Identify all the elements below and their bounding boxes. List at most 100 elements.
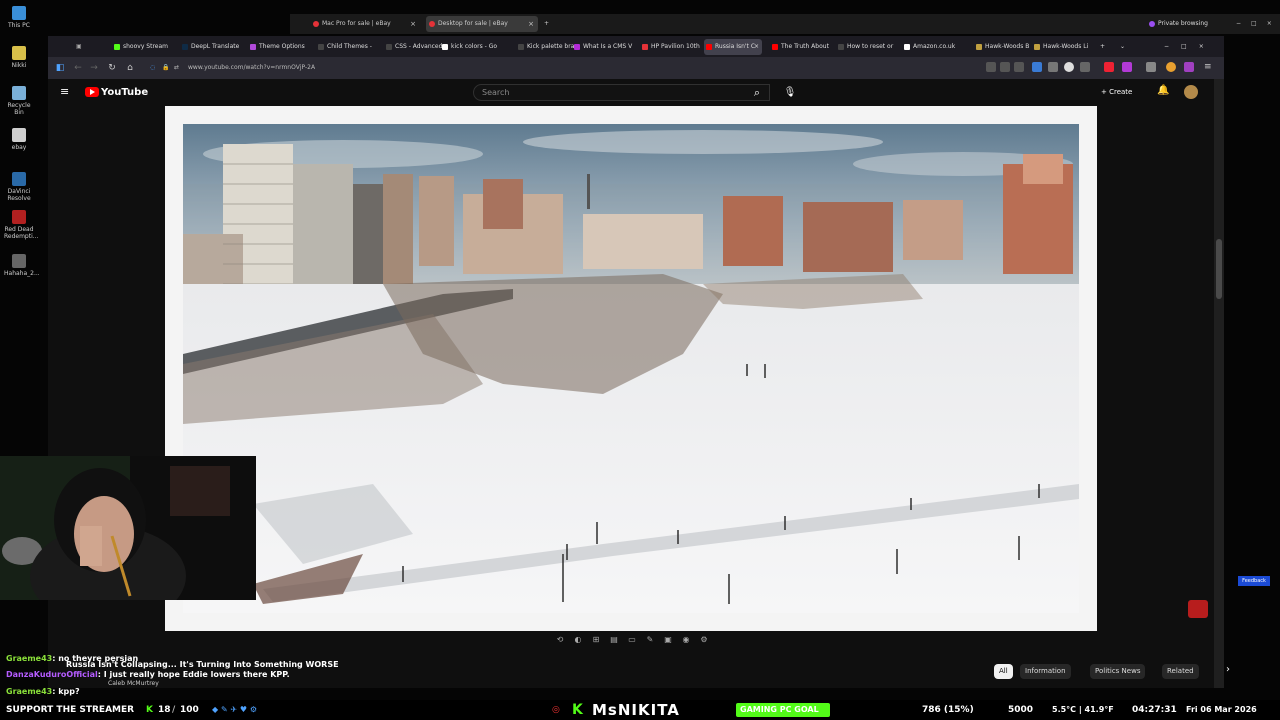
browser-tab[interactable]: What Is a CMS V [572,39,634,55]
new-tab-button[interactable]: + [542,16,554,32]
browser-tab[interactable]: Hawk-Woods Li [1032,39,1094,55]
desktop-icon[interactable]: Hahaha_2... [4,254,40,277]
close-icon[interactable]: × [410,16,416,32]
tracking-shield-icon[interactable]: ◌ [150,60,155,76]
pip-icon[interactable]: ▣ [662,634,674,646]
browser-tab[interactable]: Amazon.co.uk [902,39,964,55]
video-frame[interactable] [183,124,1079,613]
bookmark-star-icon[interactable] [1014,62,1024,72]
url-text[interactable]: www.youtube.com/watch?v=nrmnOVjP-2A [188,64,315,71]
browser-tab[interactable]: DeepL Translate [180,39,242,55]
close-icon[interactable]: × [754,39,759,55]
streamer-name: MsNIKITA [592,701,680,719]
scrollbar-thumb[interactable] [1216,239,1222,299]
audio-icon[interactable]: ◐ [572,634,584,646]
extension-icon[interactable] [1048,62,1058,72]
extension-icon[interactable] [1184,62,1194,72]
chip-all[interactable]: All [994,664,1013,679]
browser-tab[interactable]: The Truth About [770,39,832,55]
kick-icon: K [146,705,153,715]
video-title[interactable]: Russia Isn't Collapsing... It's Turning … [66,660,339,669]
favicon-icon [518,44,524,50]
video-player[interactable] [165,106,1097,631]
new-tab-button[interactable]: + [1098,39,1110,55]
browser-tab-label: What Is a CMS V [583,43,633,50]
chip-politics-news[interactable]: Politics News [1090,664,1146,679]
desktop-icon[interactable]: This PC [4,6,34,29]
browser-tab[interactable]: Kick palette bra [516,39,578,55]
back-button[interactable]: ← [72,61,84,75]
lock-icon[interactable]: 🔒 [162,60,169,76]
gear-icon[interactable]: ⚙ [698,634,710,646]
youtube-app-icon[interactable] [1188,600,1208,618]
extension-icon[interactable] [1064,62,1074,72]
chat-text: : I just really hope Eddie lowers there … [97,670,290,679]
goal-label: GAMING PC GOAL [740,705,819,714]
youtube-logo[interactable]: YouTube [85,86,148,99]
browser-tab[interactable]: shoovy Stream [112,39,174,55]
extensions-puzzle-icon[interactable] [1146,62,1156,72]
film-icon[interactable]: ▤ [608,634,620,646]
ebay-icon [313,21,319,27]
desktop-icon[interactable]: DaVinci Resolve [4,172,34,202]
browser-tab[interactable]: CSS - Advanced [384,39,446,55]
url-bar[interactable]: ◌ 🔒 ⇄ www.youtube.com/watch?v=nrmnOVjP-2… [144,60,844,76]
screenshot-icon[interactable] [1000,62,1010,72]
weather: 5.5°C | 41.9°F [1052,705,1114,714]
desktop-icon[interactable]: Nikki [4,46,34,69]
chat-username: Graeme43 [6,687,53,696]
sidebar-toggle-icon[interactable]: ◧ [54,61,66,75]
guide-menu-icon[interactable]: ≡ [60,85,69,98]
create-button[interactable]: + Create [1101,85,1141,100]
feedback-button[interactable]: Feedback [1238,576,1270,586]
window-controls[interactable]: −□× [1236,16,1276,32]
browser-tab[interactable]: HP Pavilion 10th [640,39,702,55]
clock-time: 04:27:31 [1132,705,1177,715]
extension-icon[interactable] [1080,62,1090,72]
desktop-icon[interactable]: Recycle Bin [4,86,34,116]
crop-icon[interactable]: ▭ [626,634,638,646]
browser-tab-label: Kick palette bra [527,43,575,50]
browser-tab[interactable]: kick colors - Go [440,39,502,55]
scrollbar[interactable] [1214,79,1224,688]
extension-icon[interactable] [1104,62,1114,72]
reader-view-icon[interactable] [986,62,996,72]
browser-tab[interactable]: Russia Isn't C × [704,39,762,55]
window-controls[interactable]: −□× [1164,39,1224,55]
chip-related[interactable]: Related [1162,664,1199,679]
desktop-icon[interactable]: ebay [4,128,34,151]
search-input[interactable]: Search [473,84,770,101]
camera-icon[interactable]: ◉ [680,634,692,646]
downloads-icon[interactable] [1032,62,1042,72]
channel-name[interactable]: Caleb McMurtrey [108,680,159,687]
loop-icon[interactable]: ⟲ [554,634,566,646]
menu-icon[interactable]: ≡ [1204,62,1214,72]
tab-list-chevron-icon[interactable]: ⌄ [1118,39,1130,55]
home-button[interactable]: ⌂ [124,61,136,75]
browser-tab[interactable]: Theme Options [248,39,310,55]
notifications-bell-icon[interactable]: 🔔 [1157,85,1169,99]
avatar[interactable] [1184,85,1198,99]
clock-date: Fri 06 Mar 2026 [1186,705,1257,714]
back-tab-1[interactable]: Desktop for sale | eBay × [426,16,538,32]
tab-overview-icon[interactable]: ▣ [74,39,88,55]
back-window-tabstrip: Mac Pro for sale | eBay × Desktop for sa… [290,14,1280,34]
edit-icon[interactable]: ✎ [644,634,656,646]
browser-tab[interactable]: How to reset or [836,39,898,55]
reload-button[interactable]: ↻ [106,61,118,75]
extension-icon[interactable] [1166,62,1176,72]
browser-tab[interactable]: Child Themes - [316,39,378,55]
search-icon[interactable]: ⌕ [744,84,770,101]
forward-button[interactable]: → [88,61,100,75]
desktop-icon[interactable]: Red Dead Redempti... [4,210,39,240]
browser-tab[interactable]: Hawk-Woods B [974,39,1036,55]
microphone-icon[interactable]: 🎙 [782,84,798,101]
close-icon[interactable]: × [528,16,534,32]
permissions-icon[interactable]: ⇄ [174,60,179,76]
chip-information[interactable]: Information [1020,664,1071,679]
chevron-right-icon[interactable]: › [1226,664,1230,675]
back-tab-0[interactable]: Mac Pro for sale | eBay × [310,16,420,32]
speed-icon[interactable]: ⊞ [590,634,602,646]
browser-tab-label: How to reset or [847,43,894,50]
extension-icon[interactable] [1122,62,1132,72]
